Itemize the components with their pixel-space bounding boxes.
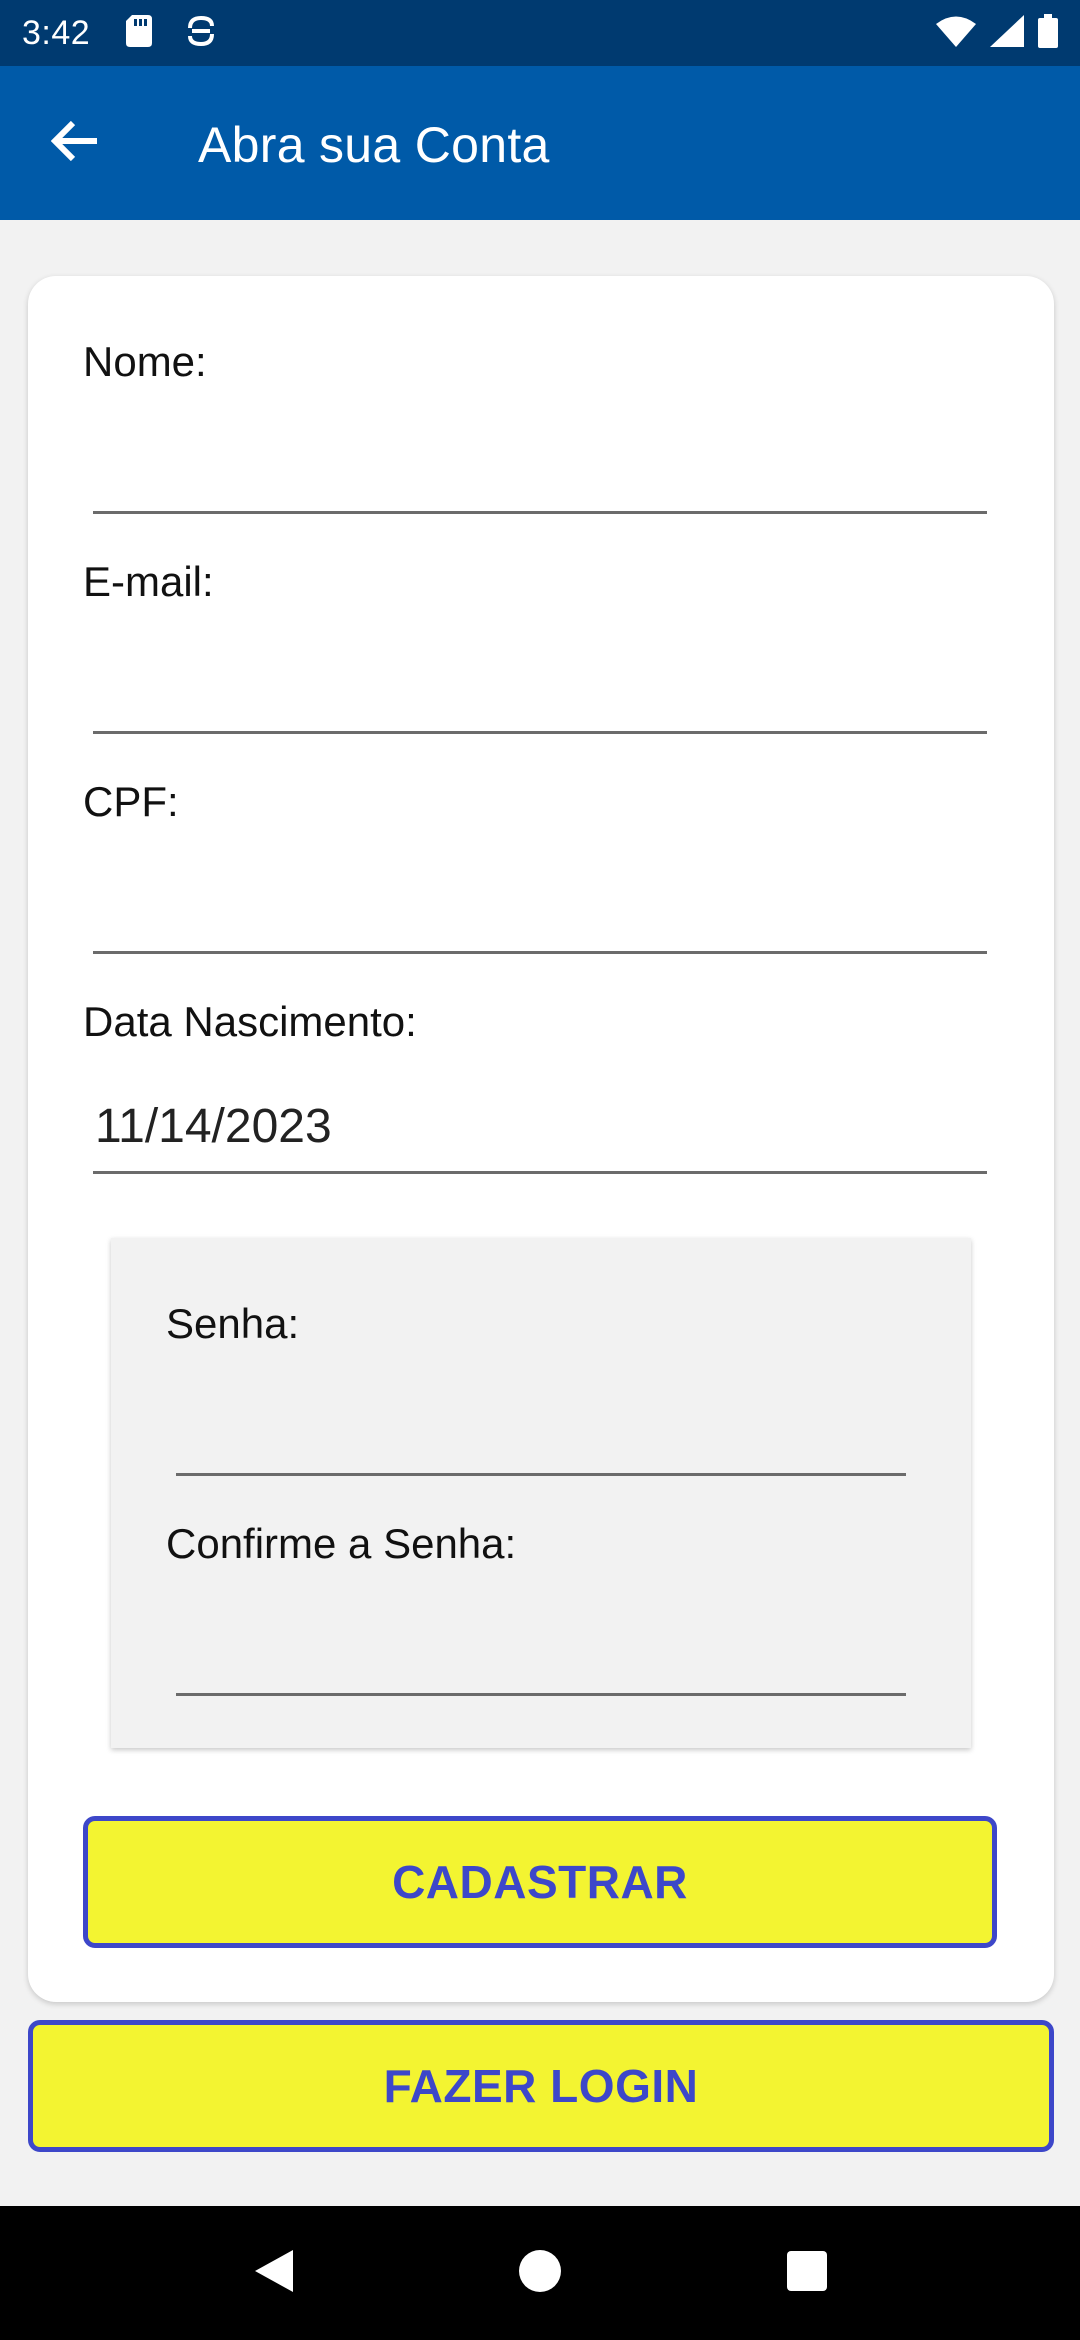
cell-signal-icon [990, 14, 1024, 52]
arrow-left-icon [50, 120, 99, 166]
recents-square-icon [786, 2250, 828, 2297]
battery-icon [1038, 13, 1058, 53]
home-circle-icon [518, 2249, 562, 2298]
cpf-label: CPF: [83, 778, 179, 825]
data-nascimento-label: Data Nascimento: [83, 998, 417, 1045]
cadastrar-button[interactable]: CADASTRAR [83, 1816, 997, 1948]
status-bar: 3:42 [0, 0, 1080, 66]
cpf-field[interactable] [93, 868, 987, 954]
email-label: E-mail: [83, 558, 214, 605]
wifi-icon [936, 15, 976, 52]
senha-label: Senha: [166, 1300, 300, 1347]
nome-field[interactable] [93, 428, 987, 514]
nav-recents-button[interactable] [772, 2238, 842, 2308]
confirme-senha-label: Confirme a Senha: [166, 1520, 517, 1567]
nome-label: Nome: [83, 338, 207, 385]
back-button[interactable] [42, 110, 108, 176]
page-title: Abra sua Conta [198, 117, 550, 173]
password-panel: Senha: Confirme a Senha: [111, 1238, 971, 1748]
back-triangle-icon [251, 2248, 295, 2299]
nav-back-button[interactable] [238, 2238, 308, 2308]
confirme-senha-field[interactable] [176, 1610, 906, 1696]
fazer-login-button[interactable]: FAZER LOGIN [28, 2020, 1054, 2152]
nav-home-button[interactable] [505, 2238, 575, 2308]
sd-card-icon [126, 14, 153, 52]
status-icons-left [126, 14, 216, 53]
status-icons-right [936, 13, 1058, 53]
data-nascimento-field[interactable] [93, 1088, 987, 1174]
app-bar: Abra sua Conta [0, 66, 1080, 220]
status-time: 3:42 [22, 13, 91, 52]
email-field[interactable] [93, 648, 987, 734]
registration-card: Nome: E-mail: CPF: Data Nascimento: Senh… [28, 276, 1054, 2002]
senha-field[interactable] [176, 1390, 906, 1476]
system-nav-bar [0, 2206, 1080, 2340]
sync-icon [186, 14, 216, 53]
